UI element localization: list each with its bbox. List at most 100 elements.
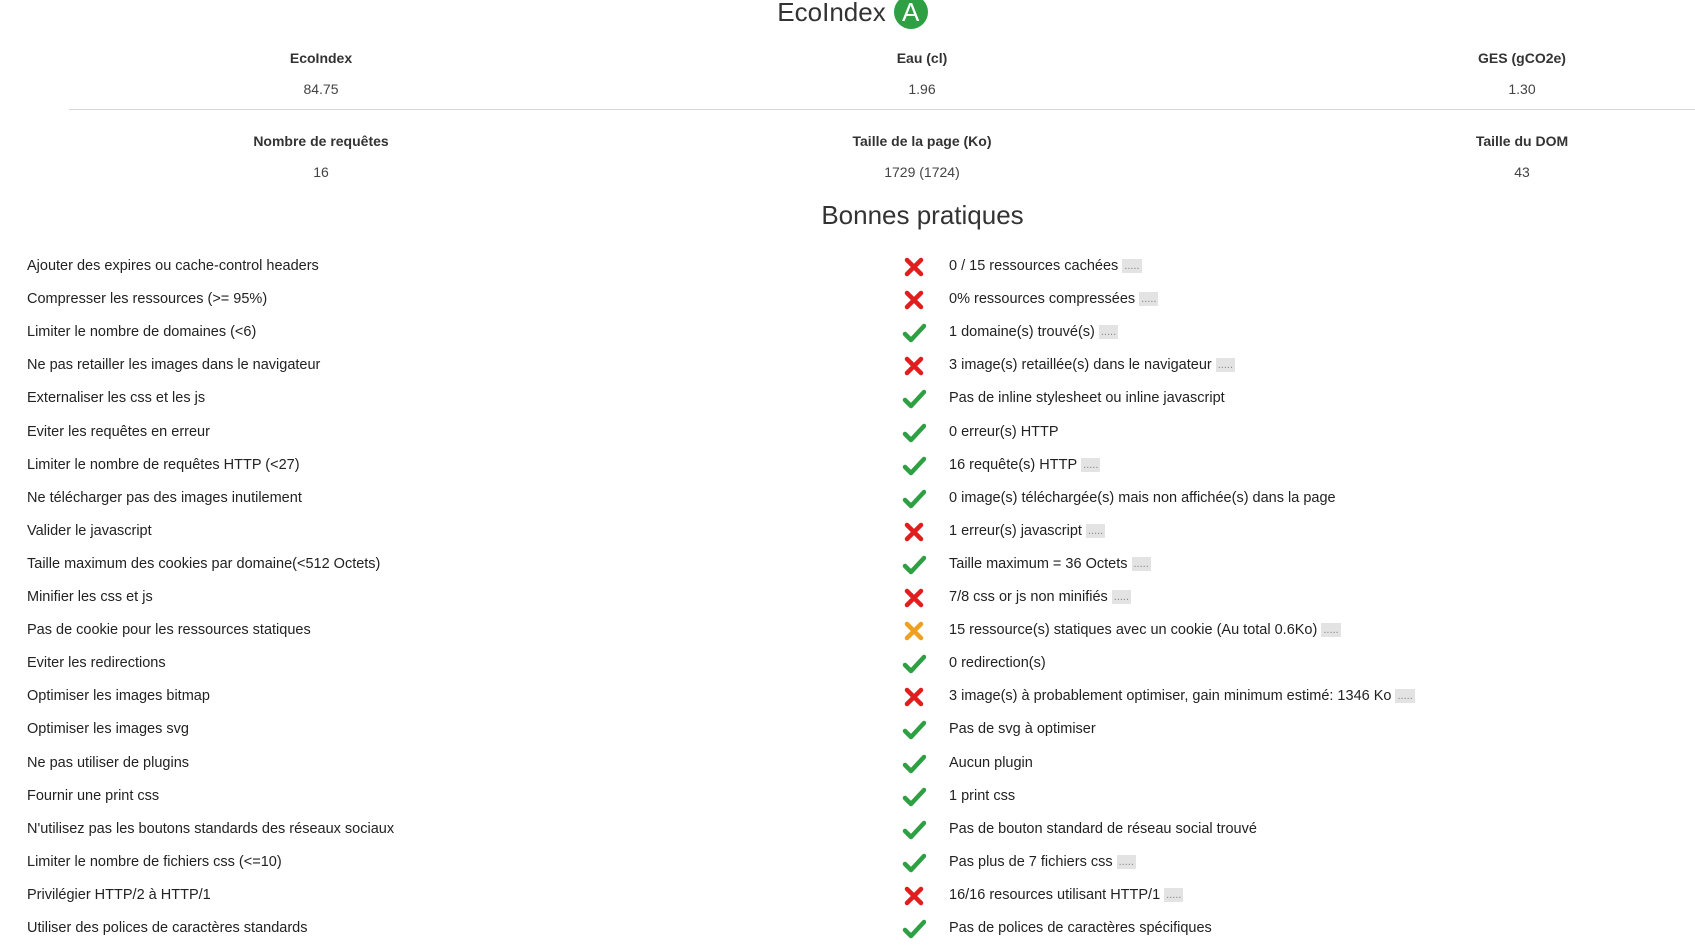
practice-result-text: 1 print css xyxy=(949,787,1016,804)
practice-row: Ne pas utiliser de plugins Aucun plugin xyxy=(0,747,1695,780)
practice-result-text: 3 image(s) retaillée(s) dans le navigate… xyxy=(949,357,1212,374)
practice-row: Valider le javascript 1 erreur(s) javascr… xyxy=(0,515,1695,548)
metric-value: 1.96 xyxy=(908,81,936,97)
practice-result: 15 ressource(s) statiques avec un cookie… xyxy=(949,622,1341,638)
practice-result-text: 0 / 15 ressources cachées xyxy=(949,258,1119,274)
practice-result: 3 image(s) retaillée(s) dans le navigate… xyxy=(949,357,1236,374)
details-toggle[interactable]: ..... xyxy=(1122,259,1142,274)
metrics-divider xyxy=(69,109,1695,110)
section-title: Bonnes pratiques xyxy=(821,200,1024,230)
details-toggle[interactable]: ..... xyxy=(1098,325,1119,340)
practice-result-text: 0 redirection(s) xyxy=(949,655,1046,672)
check-icon xyxy=(902,787,926,806)
practice-label: Fournir une print css xyxy=(27,787,160,804)
practice-result-text: Pas de inline stylesheet ou inline javas… xyxy=(949,390,1225,407)
practice-result-text: 16/16 resources utilisant HTTP/1 xyxy=(949,886,1161,903)
practice-row: Ne pas retailler les images dans le navi… xyxy=(0,349,1695,382)
practice-result: 0 erreur(s) HTTP xyxy=(949,424,1059,440)
practice-row: Ajouter des expires ou cache-control hea… xyxy=(0,250,1695,283)
metric-label: EcoIndex xyxy=(289,50,353,66)
practice-row: Privilégier HTTP/2 à HTTP/1 16/16 resourc… xyxy=(0,879,1695,912)
practice-label: Valider le javascript xyxy=(27,522,152,539)
practice-result: 3 image(s) à probablement optimiser, gai… xyxy=(949,688,1415,704)
check-icon xyxy=(902,323,926,343)
check-icon xyxy=(902,654,926,674)
practice-row: Pas de cookie pour les ressources statiq… xyxy=(0,614,1695,647)
metric-value: 84.75 xyxy=(303,81,339,97)
practice-row: Utiliser des polices de caractères stand… xyxy=(0,912,1695,945)
practice-result: 1 domaine(s) trouvé(s)..... xyxy=(949,324,1119,341)
practice-row: Optimiser les images svg Pas de svg à opt… xyxy=(0,713,1695,746)
details-toggle[interactable]: ..... xyxy=(1164,888,1184,903)
practice-label: Optimiser les images bitmap xyxy=(27,688,210,705)
practice-result: Pas de svg à optimiser xyxy=(949,721,1096,737)
practice-result-text: 1 domaine(s) trouvé(s) xyxy=(949,324,1095,341)
ecoindex-header: EcoIndex A xyxy=(0,0,1695,34)
practice-row: Fournir une print css 1 print css xyxy=(0,780,1695,813)
practice-result: 0 redirection(s) xyxy=(949,655,1046,671)
grade-badge: A xyxy=(893,0,928,29)
practice-result-text: Pas de svg à optimiser xyxy=(949,721,1096,738)
practice-label: Externaliser les css et les js xyxy=(27,390,206,407)
check-icon xyxy=(902,919,926,939)
cross-icon xyxy=(904,688,924,707)
check-icon xyxy=(902,853,926,873)
practice-label: Compresser les ressources (>= 95%) xyxy=(27,291,268,308)
metric-label: Taille de la page (Ko) xyxy=(852,133,992,149)
practice-result: Pas de polices de caractères spécifiques xyxy=(949,920,1212,936)
practice-label: Limiter le nombre de fichiers css (<=10) xyxy=(27,853,282,870)
practice-row: Eviter les redirections 0 redirection(s) xyxy=(0,647,1695,680)
cross-icon xyxy=(904,522,924,542)
practice-row: Limiter le nombre de domaines (<6) 1 doma… xyxy=(0,316,1695,349)
practice-result: 0% ressources compressées..... xyxy=(949,291,1159,307)
check-icon xyxy=(902,754,926,773)
metric-water: Eau (cl) 1.96 xyxy=(772,50,1072,97)
details-toggle[interactable]: ..... xyxy=(1215,358,1236,373)
practice-result-text: Pas plus de 7 fichiers css xyxy=(949,853,1113,870)
practice-row: Limiter le nombre de requêtes HTTP (<27)… xyxy=(0,449,1695,482)
practice-result-text: 1 erreur(s) javascript xyxy=(949,522,1082,539)
check-icon xyxy=(902,555,926,575)
practice-result: 0 image(s) téléchargée(s) mais non affic… xyxy=(949,490,1336,506)
practice-result-text: 0 erreur(s) HTTP xyxy=(949,423,1059,440)
practice-label: Ne télécharger pas des images inutilemen… xyxy=(27,489,302,506)
practice-label: N'utilisez pas les boutons standards des… xyxy=(27,820,395,837)
details-toggle[interactable]: ..... xyxy=(1139,292,1159,307)
details-toggle[interactable]: ..... xyxy=(1111,590,1132,605)
practice-label: Utiliser des polices de caractères stand… xyxy=(27,920,308,936)
cross-icon xyxy=(904,290,924,310)
practice-result: 16/16 resources utilisant HTTP/1..... xyxy=(949,886,1184,903)
practice-label: Limiter le nombre de domaines (<6) xyxy=(27,324,257,341)
details-toggle[interactable]: ..... xyxy=(1395,689,1415,704)
practice-result: 16 requête(s) HTTP..... xyxy=(949,457,1101,473)
cross-icon xyxy=(904,886,924,906)
practice-row: Externaliser les css et les js Pas de inl… xyxy=(0,382,1695,415)
details-toggle[interactable]: ..... xyxy=(1116,854,1136,869)
metric-dom-size: Taille du DOM 43 xyxy=(1372,133,1672,180)
practice-result-text: 15 ressource(s) statiques avec un cookie… xyxy=(949,622,1318,639)
practice-result-text: 0 image(s) téléchargée(s) mais non affic… xyxy=(949,489,1336,506)
details-toggle[interactable]: ..... xyxy=(1081,457,1101,472)
metric-ecoindex: EcoIndex 84.75 xyxy=(171,50,471,97)
practice-result: Pas plus de 7 fichiers css..... xyxy=(949,854,1136,870)
cross-icon xyxy=(904,357,924,376)
practice-row: N'utilisez pas les boutons standards des… xyxy=(0,813,1695,846)
metric-label: Nombre de requêtes xyxy=(253,133,389,149)
details-toggle[interactable]: ..... xyxy=(1085,523,1106,538)
practice-label: Eviter les redirections xyxy=(27,655,166,672)
practice-result-text: Pas de polices de caractères spécifiques xyxy=(949,920,1212,936)
metric-ges: GES (gCO2e) 1.30 xyxy=(1372,50,1672,97)
practice-result: 7/8 css or js non minifiés..... xyxy=(949,589,1132,605)
practice-result-text: 7/8 css or js non minifiés xyxy=(949,589,1108,605)
details-toggle[interactable]: ..... xyxy=(1321,623,1341,638)
practice-label: Ne pas utiliser de plugins xyxy=(27,754,190,771)
practice-label: Minifier les css et js xyxy=(27,589,153,605)
practice-row: Ne télécharger pas des images inutilemen… xyxy=(0,482,1695,515)
metric-value: 1729 (1724) xyxy=(884,164,960,180)
details-toggle[interactable]: ..... xyxy=(1131,557,1151,572)
practice-label: Optimiser les images svg xyxy=(27,721,189,738)
cross-icon xyxy=(904,588,924,608)
metric-page-size: Taille de la page (Ko) 1729 (1724) xyxy=(772,133,1072,180)
metric-value: 43 xyxy=(1514,164,1530,180)
practice-row: Taille maximum des cookies par domaine(<… xyxy=(0,548,1695,581)
